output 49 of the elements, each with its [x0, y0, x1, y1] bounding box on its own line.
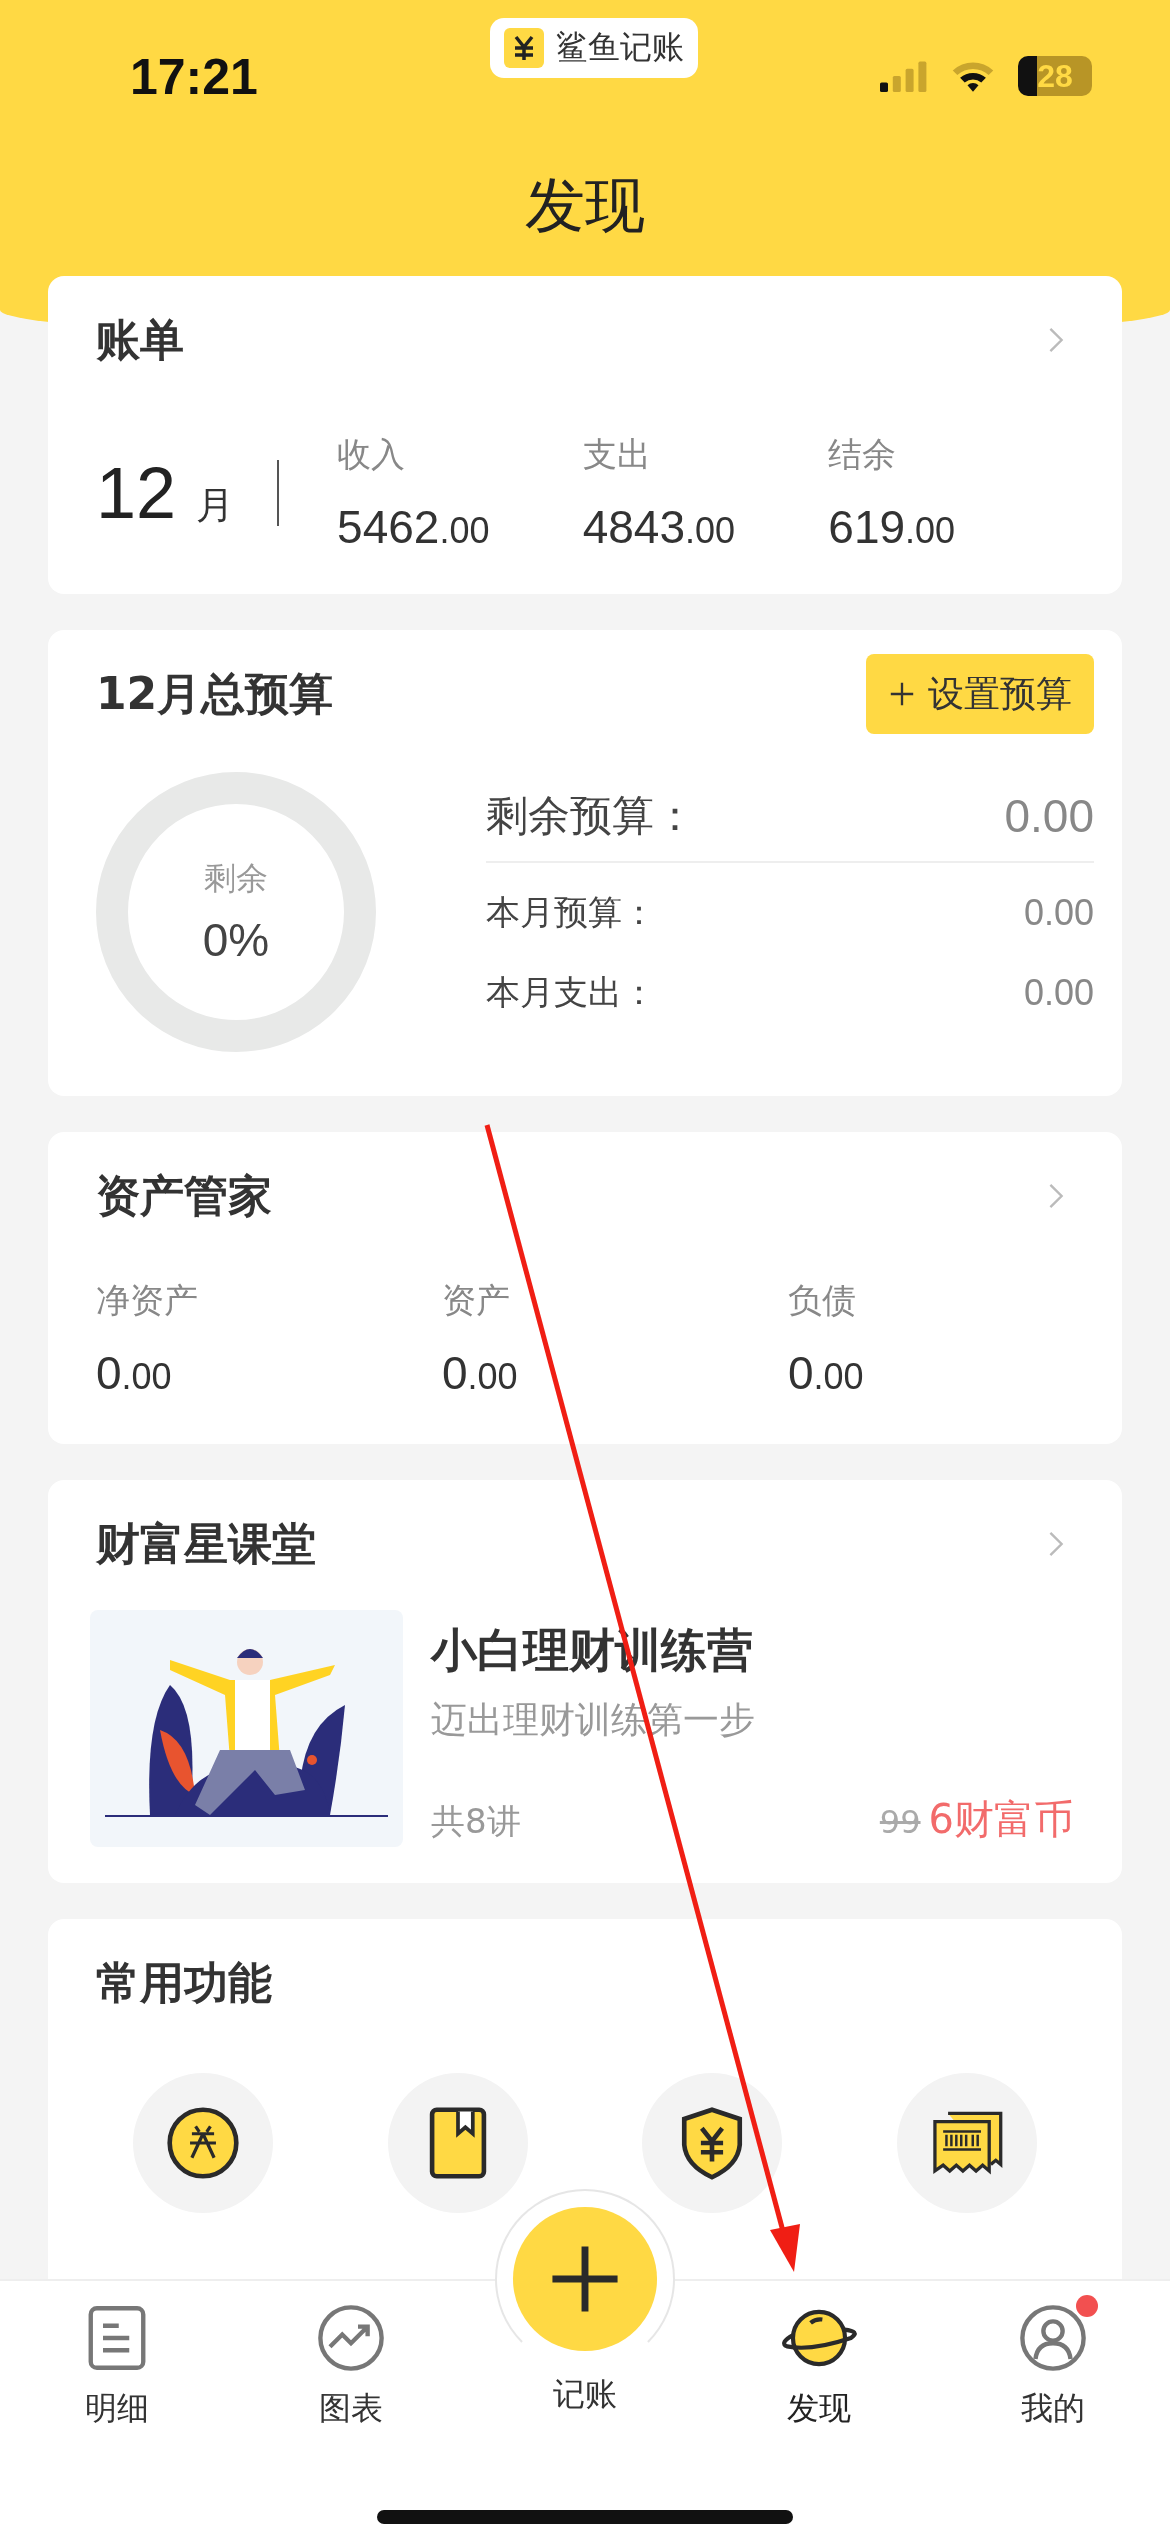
tab-item[interactable]: 我的: [936, 2281, 1170, 2431]
status-time: 17:21: [130, 48, 258, 106]
stat-label: 支出: [582, 433, 652, 476]
month-unit: 月: [196, 482, 235, 529]
budget-label: 本月支出：: [486, 971, 656, 1014]
card-title: 账单: [96, 312, 184, 367]
tab-item[interactable]: 发现: [702, 2281, 936, 2431]
assets-card[interactable]: 资产管家 净资产 0.00 资产 0.00 负债 0.00: [48, 1132, 1122, 1444]
budget-label: 剩余预算：: [486, 790, 696, 842]
stat-value: 4843.00: [582, 500, 737, 554]
stat-label: 结余: [828, 433, 898, 476]
card-title: 常用功能: [96, 1955, 272, 2010]
stat-value: 0.00: [442, 1346, 519, 1400]
page-title: 发现: [524, 169, 646, 242]
stat-value: 619.00: [828, 500, 957, 554]
add-icon: [511, 2205, 659, 2353]
signal-icon: [880, 59, 928, 93]
course-price: 6财富币: [928, 1795, 1074, 1844]
stat-label: 负债: [788, 1279, 857, 1322]
lesson-count: 共8讲: [431, 1800, 521, 1843]
budget-label: 本月预算：: [486, 891, 656, 934]
stat-value: 0.00: [788, 1346, 865, 1400]
card-title: 12月总预算: [96, 666, 334, 721]
month-number: 12: [96, 452, 177, 534]
bill-card[interactable]: 账单 12 月 收入 5462.00 支出 4843.00 结余 619.00: [48, 276, 1122, 594]
tab-item[interactable]: 图表: [234, 2281, 468, 2431]
set-budget-button[interactable]: 设置预算: [866, 654, 1094, 734]
battery-icon: 28: [1018, 56, 1092, 96]
stat-value: 5462.00: [337, 500, 491, 554]
chart-icon: [316, 2303, 386, 2373]
card-title: 资产管家: [96, 1168, 272, 1223]
tab-item[interactable]: 明细: [0, 2281, 234, 2431]
budget-value: 0.00: [1004, 789, 1094, 843]
app-name: 鲨鱼记账: [556, 27, 684, 68]
original-price: 99: [879, 1803, 921, 1841]
card-title: 财富星课堂: [96, 1516, 316, 1571]
ring-value: 0%: [202, 913, 270, 967]
stat-label: 净资产: [96, 1279, 199, 1322]
plus-icon: [888, 680, 916, 708]
ring-label: 剩余: [204, 858, 268, 899]
user-icon: [1018, 2303, 1088, 2373]
stat-label: 收入: [337, 433, 407, 476]
budget-value: 0.00: [1023, 892, 1094, 934]
stat-value: 0.00: [96, 1346, 173, 1400]
coupon-icon[interactable]: [166, 2106, 241, 2180]
yen-icon: [504, 28, 544, 68]
course-subtitle: 迈出理财训练第一步: [431, 1698, 756, 1742]
stat-label: 资产: [442, 1279, 511, 1322]
budget-value: 0.00: [1023, 972, 1094, 1014]
